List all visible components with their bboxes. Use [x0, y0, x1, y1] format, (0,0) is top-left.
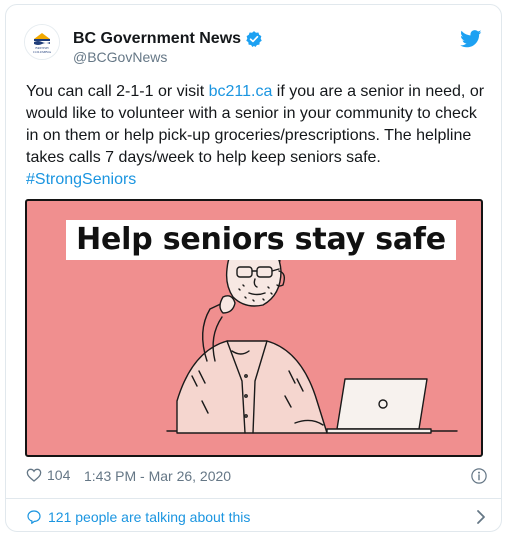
chevron-right-icon[interactable] [474, 509, 488, 525]
tweet-header: BRITISH COLUMBIA BC Government News @BCG… [6, 5, 501, 75]
bc-government-logo-icon: BRITISH COLUMBIA [25, 25, 59, 59]
tweet-card[interactable]: BRITISH COLUMBIA BC Government News @BCG… [5, 4, 502, 532]
like-count: 104 [47, 467, 71, 483]
tweet-text: You can call 2-1-1 or visit bc211.ca if … [26, 81, 488, 191]
svg-text:COLUMBIA: COLUMBIA [33, 50, 52, 54]
info-icon[interactable] [470, 467, 488, 485]
discussion-label[interactable]: 121 people are talking about this [48, 509, 250, 525]
divider [6, 498, 501, 499]
avatar[interactable]: BRITISH COLUMBIA [24, 24, 60, 60]
author-name-text[interactable]: BC Government News [73, 29, 241, 49]
tweet-text-part1: You can call 2-1-1 or visit [26, 83, 209, 100]
media-title: Help seniors stay safe [66, 220, 456, 260]
speech-bubble-icon [27, 510, 41, 524]
tweet-media-image[interactable]: Help seniors stay safe [25, 199, 483, 457]
hashtag-link[interactable]: #StrongSeniors [26, 171, 136, 188]
bc211-link[interactable]: bc211.ca [209, 83, 273, 100]
twitter-bird-icon[interactable] [460, 30, 482, 48]
author-handle[interactable]: @BCGovNews [73, 49, 167, 65]
discussion-link[interactable]: 121 people are talking about this [26, 506, 488, 528]
like-button[interactable]: 104 [26, 467, 70, 483]
author-name[interactable]: BC Government News [73, 29, 263, 49]
heart-icon[interactable] [26, 467, 42, 483]
verified-badge-icon [246, 31, 262, 48]
tweet-timestamp[interactable]: 1:43 PM - Mar 26, 2020 [84, 468, 231, 484]
tweet-meta: 104 1:43 PM - Mar 26, 2020 [26, 467, 488, 489]
